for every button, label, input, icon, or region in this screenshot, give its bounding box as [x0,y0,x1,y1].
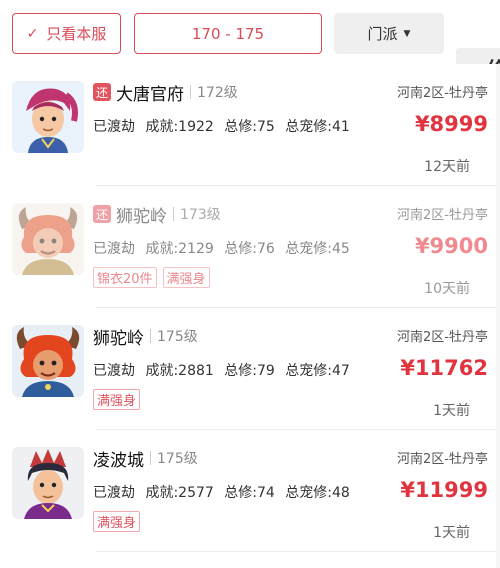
only-this-server-label: 只看本服 [46,25,107,43]
check-icon: ✓ [26,25,39,42]
stat-achievement: 成就:2577 [145,485,214,501]
listed-time: 1天前 [433,403,470,419]
listing-title: 狮驼岭 175级 [93,324,198,349]
price: ¥11762 [400,356,488,380]
school-name: 凌波城 [93,450,144,471]
server-name: 河南2区-牡丹亭 [397,330,488,345]
character-portrait-image [12,325,84,397]
school-filter-dropdown[interactable]: 门派 ▼ [334,13,444,54]
tag-brocade: 锦衣20件 [93,267,157,288]
stat-achievement: 成就:2881 [145,363,214,379]
listing-title: 凌波城 175级 [93,446,198,471]
tag-full-strength: 满强身 [162,267,210,288]
price: ¥9900 [414,234,488,258]
stat-pet-cultivation: 总宠修:47 [285,363,350,379]
character-avatar [12,447,84,519]
stat-achievement: 成就:1922 [145,119,214,135]
stat-achievement: 成就:2129 [145,241,214,257]
stat-dujie: 已渡劫 [93,363,135,379]
list-item[interactable]: 狮驼岭 175级 已渡劫 成就:2881 总修:79 总宠修:47 满强身 河南… [0,308,496,430]
price: ¥11999 [400,478,488,502]
stat-pet-cultivation: 总宠修:45 [285,241,350,257]
level-range-filter[interactable]: 170 - 175 [134,13,322,54]
school-name: 大唐官府 [116,84,184,105]
title-divider [150,329,151,343]
character-avatar [12,81,84,153]
tag-full-strength: 满强身 [93,511,141,532]
scrollbar[interactable] [496,64,500,568]
listed-time: 1天前 [433,525,470,541]
character-level: 172级 [197,85,238,101]
list-item[interactable]: 凌波城 175级 已渡劫 成就:2577 总修:74 总宠修:48 满强身 河南… [0,430,496,552]
listed-time: 12天前 [424,159,470,175]
stat-dujie: 已渡劫 [93,119,135,135]
character-stats: 已渡劫 成就:2129 总修:76 总宠修:45 [93,238,350,258]
filter-bar: ✓ 只看本服 170 - 175 门派 ▼ 价 [0,0,500,64]
character-portrait-image [12,203,84,275]
stat-dujie: 已渡劫 [93,241,135,257]
tag-list: 满强身 [93,511,141,532]
title-divider [150,451,151,465]
listing-title: 还 狮驼岭 173级 [93,202,221,227]
character-avatar [12,203,84,275]
price-filter[interactable]: 价 [456,48,500,64]
server-name: 河南2区-牡丹亭 [397,452,488,467]
list-item[interactable]: 还 大唐官府 172级 已渡劫 成就:1922 总修:75 总宠修:41 河南2… [0,64,496,186]
character-avatar [12,325,84,397]
return-badge: 还 [93,83,111,101]
school-name: 狮驼岭 [93,328,144,349]
server-name: 河南2区-牡丹亭 [397,208,488,223]
price: ¥8999 [414,112,488,136]
stat-dujie: 已渡劫 [93,485,135,501]
only-this-server-button[interactable]: ✓ 只看本服 [12,13,121,54]
title-divider [190,85,191,99]
tag-full-strength: 满强身 [93,389,141,410]
character-level: 175级 [157,329,198,345]
stat-total-cultivation: 总修:74 [224,485,275,501]
price-filter-label: 价 [486,54,500,65]
character-stats: 已渡劫 成就:1922 总修:75 总宠修:41 [93,116,350,136]
return-badge: 还 [93,205,111,223]
stat-pet-cultivation: 总宠修:41 [285,119,350,135]
title-divider [173,207,174,221]
divider [96,551,496,552]
tag-list: 锦衣20件 满强身 [93,267,210,288]
character-level: 173级 [180,207,221,223]
stat-total-cultivation: 总修:75 [224,119,275,135]
character-stats: 已渡劫 成就:2577 总修:74 总宠修:48 [93,482,350,502]
caret-down-icon: ▼ [403,28,411,39]
school-name: 狮驼岭 [116,206,167,227]
list-item[interactable]: 还 狮驼岭 173级 已渡劫 成就:2129 总修:76 总宠修:45 锦衣20… [0,186,496,308]
character-portrait-image [12,447,84,519]
stat-total-cultivation: 总修:76 [224,241,275,257]
stat-pet-cultivation: 总宠修:48 [285,485,350,501]
stat-total-cultivation: 总修:79 [224,363,275,379]
level-range-label: 170 - 175 [191,24,265,43]
listed-time: 10天前 [424,281,470,297]
server-name: 河南2区-牡丹亭 [397,86,488,101]
character-level: 175级 [157,451,198,467]
character-stats: 已渡劫 成就:2881 总修:79 总宠修:47 [93,360,350,380]
listing-title: 还 大唐官府 172级 [93,80,238,105]
school-filter-label: 门派 [367,25,398,43]
character-portrait-image [12,81,84,153]
tag-list: 满强身 [93,389,141,410]
